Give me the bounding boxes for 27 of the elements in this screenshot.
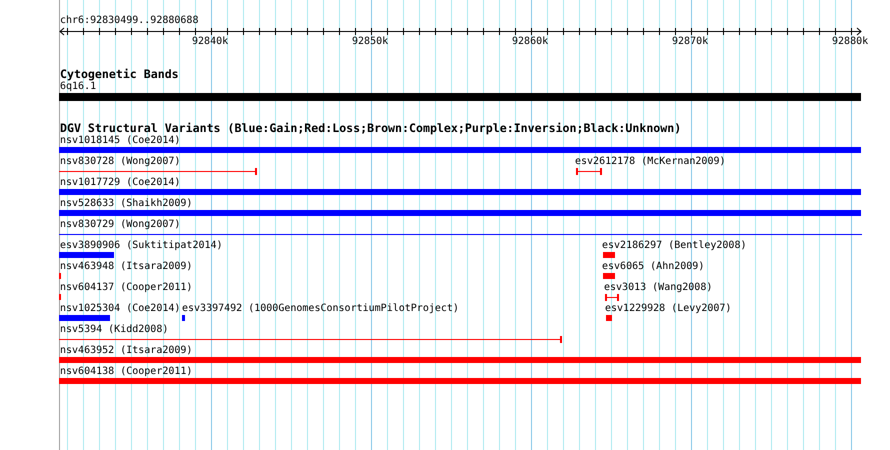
track-title: DGV Structural Variants (Blue:Gain;Red:Loss;Brown:Complex;Purple:Inversion;Black:Unknown) <box>60 122 682 134</box>
variant-label: esv1229928 (Levy2007) <box>605 303 732 314</box>
range-label: chr6:92830499..92880688 <box>60 15 198 26</box>
variant-label: nsv830729 (Wong2007) <box>60 219 180 230</box>
variant-label: 6q16.1 <box>60 81 96 92</box>
track-title: Cytogenetic Bands <box>60 68 179 80</box>
variant-label: nsv830728 (Wong2007) <box>60 156 180 167</box>
tick-label: 92840k <box>192 36 228 47</box>
tick-label: 92860k <box>512 36 548 47</box>
variant-label: nsv604138 (Cooper2011) <box>60 366 192 377</box>
variant-label: esv6065 (Ahn2009) <box>602 261 704 272</box>
variant-label: esv3890906 (Suktitipat2014) <box>60 240 223 251</box>
variant-label: esv2612178 (McKernan2009) <box>575 156 726 167</box>
variant-label: nsv1017729 (Coe2014) <box>60 177 180 188</box>
variant-label: nsv5394 (Kidd2008) <box>60 324 168 335</box>
variant-label: nsv1018145 (Coe2014) <box>60 135 180 146</box>
variant-label: nsv463948 (Itsara2009) <box>60 261 192 272</box>
tick-label: 92870k <box>672 36 708 47</box>
variant-label: nsv463952 (Itsara2009) <box>60 345 192 356</box>
variant-label: nsv1025304 (Coe2014) <box>60 303 180 314</box>
tick-label: 92880k <box>832 36 868 47</box>
variant-label: esv3397492 (1000GenomesConsortiumPilotProject) <box>182 303 459 314</box>
variant-label: nsv528633 (Shaikh2009) <box>60 198 192 209</box>
variant-label: nsv604137 (Cooper2011) <box>60 282 192 293</box>
tick-label: 92850k <box>352 36 388 47</box>
variant-label: esv3013 (Wang2008) <box>604 282 712 293</box>
variant-label: esv2186297 (Bentley2008) <box>602 240 746 251</box>
